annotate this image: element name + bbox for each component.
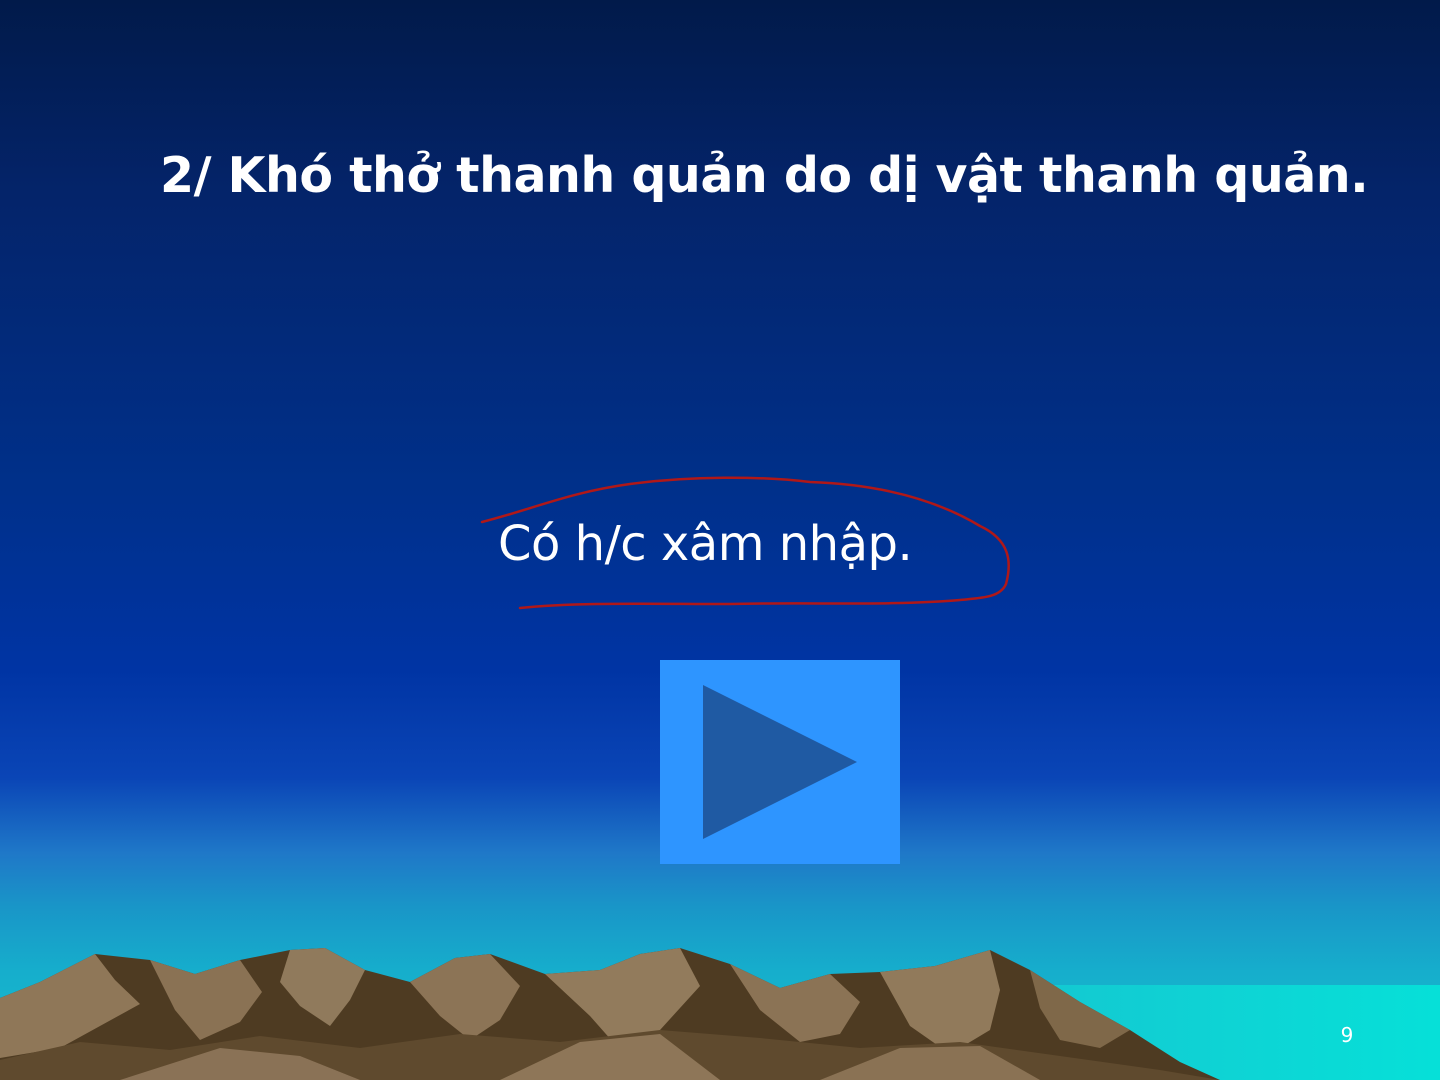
slide-number: 9 xyxy=(1340,1023,1354,1047)
play-icon xyxy=(703,685,857,839)
play-action-button[interactable] xyxy=(660,660,900,864)
slide: 2/ Khó thở thanh quản do dị vật thanh qu… xyxy=(0,0,1440,1080)
slide-body-text: Có h/c xâm nhập. xyxy=(498,516,913,572)
slide-title: 2/ Khó thở thanh quản do dị vật thanh qu… xyxy=(160,147,1369,204)
mountain-range-background xyxy=(0,948,1220,1080)
